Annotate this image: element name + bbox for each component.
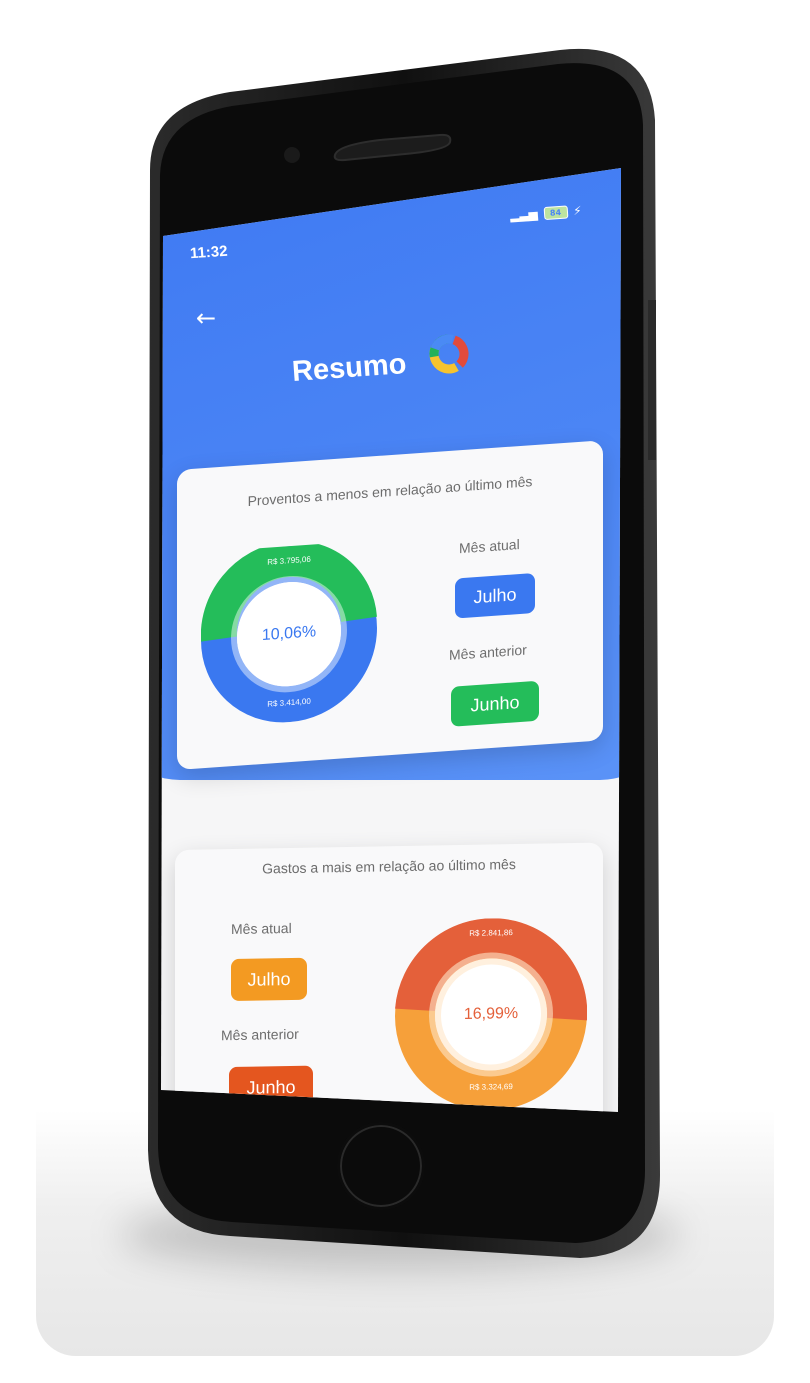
expenses-card-title: Gastos a mais em relação ao último mês (262, 856, 516, 877)
battery-icon: 84 (543, 205, 568, 221)
earnings-previous-month-button[interactable]: Junho (451, 680, 539, 727)
home-button[interactable] (337, 1122, 425, 1210)
earnings-card-title: Proventos a menos em relação ao último m… (247, 473, 533, 510)
battery-level: 84 (549, 207, 562, 218)
charging-icon: ⚡ (572, 203, 583, 219)
earnings-donut: 10,06% R$ 3.795,06 R$ 3.414,00 (200, 540, 377, 728)
status-time: 11:32 (189, 242, 229, 263)
expenses-donut: 16,99% R$ 2.841,86 R$ 3.324,69 (395, 917, 588, 1112)
expenses-current-label: Mês atual (231, 919, 292, 938)
earnings-card: Proventos a menos em relação ao último m… (177, 440, 603, 770)
back-arrow-icon[interactable]: ← (196, 304, 216, 332)
pie-chart-icon (429, 334, 469, 374)
expenses-current-month-button[interactable]: Julho (231, 957, 307, 1002)
phone-mockup: ▂▃▅ 84 ⚡ 11:32 ← Resumo Proventos a meno… (0, 0, 810, 1383)
earnings-previous-label: Mês anterior (449, 641, 527, 663)
earnings-current-label: Mês atual (459, 536, 520, 557)
earnings-current-month-button[interactable]: Julho (455, 572, 535, 619)
expenses-previous-label: Mês anterior (221, 1025, 299, 1044)
signal-icon: ▂▃▅ (509, 206, 539, 223)
